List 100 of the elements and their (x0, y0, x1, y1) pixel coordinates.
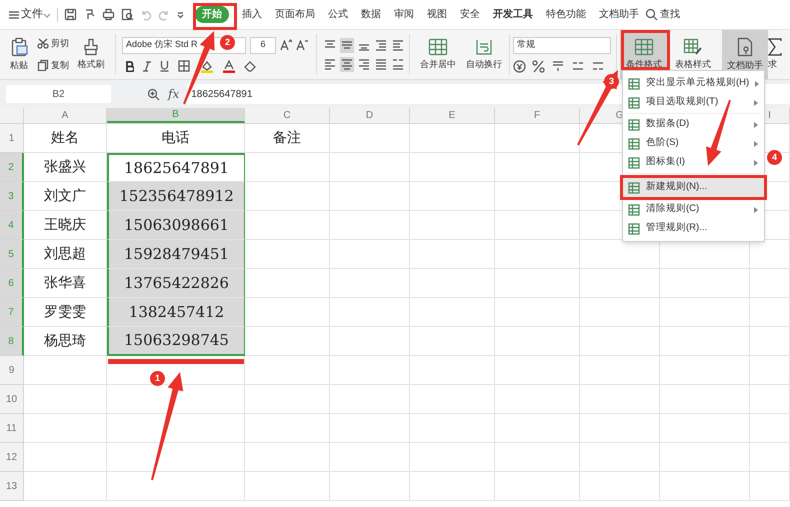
ribbon-button[interactable]: 格式刷 (73, 38, 109, 72)
menu-item[interactable]: 色阶(S) (623, 134, 764, 153)
row-header[interactable]: 9 (0, 356, 24, 385)
ribbon-button[interactable]: 粘贴 (5, 30, 33, 79)
shrink-font-icon[interactable] (296, 39, 308, 51)
name-box[interactable]: B2 (6, 85, 111, 103)
currency-icon[interactable] (513, 60, 526, 72)
zoom-icon[interactable] (147, 88, 160, 100)
table-cell (750, 414, 790, 443)
save-icon[interactable] (64, 8, 77, 21)
rule-icon (628, 96, 640, 108)
align-icon[interactable] (340, 38, 354, 52)
align-icon[interactable] (323, 56, 337, 72)
scissors-icon[interactable] (37, 38, 49, 50)
menu-item[interactable]: 新建规则(N)... (623, 178, 764, 197)
table-cell (750, 356, 790, 385)
align-icon[interactable] (374, 38, 388, 52)
row-header[interactable]: 11 (0, 414, 24, 443)
menu-item[interactable]: 管理规则(R)... (623, 219, 764, 238)
align-icon[interactable] (391, 38, 405, 52)
submenu-arrow-icon[interactable] (754, 140, 758, 146)
row-header[interactable]: 1 (0, 124, 24, 153)
table-pen-icon[interactable] (683, 38, 703, 56)
sum-icon[interactable] (768, 38, 782, 56)
menu-item[interactable]: 图标集(I) (623, 153, 764, 172)
fill-color-icon[interactable] (200, 60, 214, 72)
cut-button[interactable]: 剪切 (51, 37, 69, 50)
ribbon-tab[interactable]: 视图 (427, 7, 447, 22)
percent-icon[interactable] (532, 60, 545, 72)
ribbon-tab[interactable]: 插入 (242, 7, 262, 22)
table-cell: 15063298745 (107, 327, 245, 356)
preview-icon[interactable] (121, 8, 134, 21)
italic-icon[interactable] (143, 60, 151, 72)
font-size-field[interactable]: 6 (250, 36, 276, 54)
chevron-icon[interactable] (43, 10, 51, 18)
file-menu[interactable]: 文件 (21, 6, 43, 23)
print-icon[interactable] (102, 8, 115, 21)
search-icon[interactable] (645, 8, 658, 21)
dropdown-icon[interactable] (176, 10, 185, 19)
row-header[interactable]: 12 (0, 443, 24, 472)
ribbon-tab[interactable]: 文档助手 (599, 7, 639, 22)
column-header[interactable]: C (245, 108, 330, 123)
menu-icon[interactable] (8, 10, 20, 20)
row-header[interactable]: 10 (0, 385, 24, 414)
align-icon[interactable] (340, 56, 354, 72)
table-cell: 1382457412 (107, 298, 245, 327)
function-label[interactable]: fx (168, 85, 180, 103)
submenu-arrow-icon[interactable] (754, 100, 758, 106)
table-cell: 15928479451 (107, 240, 245, 269)
ribbon-tab[interactable]: 数据 (361, 7, 381, 22)
column-header[interactable]: F (495, 108, 580, 123)
table-cell: 备注 (245, 124, 330, 153)
rule-icon (628, 138, 640, 150)
increase-decimal-icon[interactable] (571, 60, 585, 72)
grid-icon[interactable] (634, 38, 654, 56)
submenu-arrow-icon[interactable] (754, 206, 758, 212)
ribbon-button[interactable]: 自动换行 (462, 30, 506, 79)
table-cell (750, 443, 790, 472)
underline-icon[interactable] (160, 60, 169, 72)
border-icon[interactable] (178, 60, 191, 72)
row-header[interactable]: 13 (0, 472, 24, 501)
document-icon[interactable] (737, 36, 753, 57)
ribbon-tab[interactable]: 审阅 (394, 7, 414, 22)
submenu-arrow-icon[interactable] (754, 122, 758, 128)
ribbon-tab[interactable]: 页面布局 (275, 7, 315, 22)
bold-icon[interactable] (125, 60, 134, 72)
cell-reference: B2 (52, 88, 65, 102)
search-link[interactable]: 查找 (660, 7, 680, 22)
table-cell (750, 298, 790, 327)
thousands-icon[interactable] (551, 60, 565, 72)
table-cell: 15063098661 (107, 211, 245, 240)
rule-icon (628, 204, 640, 216)
copy-icon[interactable] (37, 59, 49, 72)
table-cell (750, 385, 790, 414)
align-icon[interactable] (374, 56, 388, 72)
highlight-frame (193, 3, 237, 30)
paste-icon[interactable] (10, 36, 28, 57)
ribbon-button[interactable]: 合并居中 (414, 30, 462, 79)
grow-font-icon[interactable] (280, 39, 292, 51)
ribbon-tab[interactable]: 开发工具 (493, 7, 533, 22)
submenu-arrow-icon[interactable] (755, 80, 760, 86)
copy-button[interactable]: 复制 (51, 58, 69, 72)
align-icon[interactable] (357, 56, 371, 72)
font-color-icon[interactable] (223, 60, 235, 72)
brush-icon[interactable] (83, 38, 99, 56)
column-header[interactable]: E (410, 108, 495, 123)
ribbon-tab[interactable]: 公式 (328, 7, 348, 22)
ribbon-tab[interactable]: 特色功能 (546, 7, 586, 22)
align-icon[interactable] (391, 56, 405, 72)
merge-icon[interactable] (428, 38, 448, 56)
number-format-field[interactable]: 常规 (513, 36, 611, 54)
eraser-icon[interactable] (244, 60, 256, 72)
submenu-arrow-icon[interactable] (754, 160, 758, 166)
ribbon-button[interactable]: 求 (768, 30, 788, 79)
wrap-icon[interactable] (475, 38, 493, 56)
paint-icon[interactable] (83, 8, 96, 21)
menu-item[interactable]: 清除规则(C) (623, 200, 764, 219)
decrease-decimal-icon[interactable] (591, 60, 605, 72)
ribbon-tab[interactable]: 安全 (460, 7, 480, 22)
column-header[interactable]: D (330, 108, 410, 123)
